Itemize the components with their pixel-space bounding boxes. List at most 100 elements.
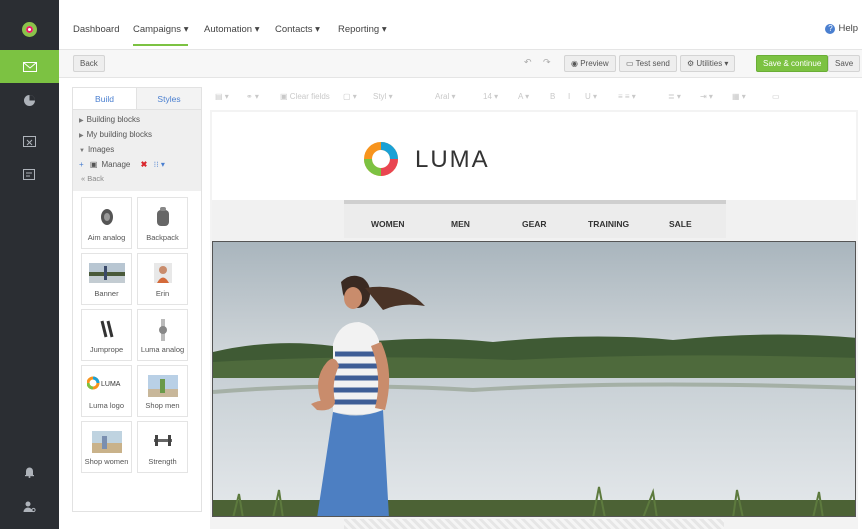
- tile-banner[interactable]: Banner: [81, 253, 132, 305]
- tab-styles[interactable]: Styles: [137, 88, 201, 109]
- campaign-toolbar: Back ↶ ↷ ◉ Preview ▭ Test send ⚙ Utiliti…: [59, 50, 862, 78]
- caret-right-icon: ▶: [79, 133, 84, 139]
- style-dropdown[interactable]: Styl ▾: [373, 92, 393, 101]
- tree-building-blocks[interactable]: ▶ Building blocks: [73, 112, 201, 127]
- font-size-label: 14: [483, 92, 492, 101]
- image-tiles: Aim analog Backpack Banner Erin Jumprope…: [73, 191, 201, 479]
- tile-aim-analog[interactable]: Aim analog: [81, 197, 132, 249]
- undo-icon[interactable]: ↶: [524, 57, 532, 68]
- save-continue-button[interactable]: Save & continue: [756, 55, 829, 72]
- menu-women[interactable]: WOMEN: [371, 219, 405, 229]
- align-icon[interactable]: ≡ ≡ ▾: [618, 92, 636, 101]
- calendar-x-icon[interactable]: [0, 124, 59, 157]
- list-icon[interactable]: ≣ ▾: [668, 92, 681, 101]
- user-settings-icon[interactable]: [0, 490, 59, 523]
- strength-thumb: [153, 435, 172, 446]
- utilities-dropdown[interactable]: ⚙ Utilities ▾: [680, 55, 736, 72]
- help-label: Help: [838, 23, 858, 34]
- preview-button[interactable]: ◉ Preview: [564, 55, 616, 72]
- hero-image[interactable]: [212, 241, 856, 517]
- tile-luma-logo[interactable]: LUMA Luma logo: [81, 365, 132, 417]
- tree-images[interactable]: ▼ Images: [73, 142, 201, 157]
- tile-label: Shop women: [84, 457, 129, 466]
- email-header[interactable]: LUMA: [212, 112, 856, 200]
- email-canvas: LUMA WOMEN MEN GEAR TRAINING SALE: [210, 110, 858, 529]
- tree-label: Images: [87, 145, 115, 154]
- manage-link[interactable]: Manage: [101, 160, 130, 169]
- italic-icon[interactable]: I: [568, 92, 570, 101]
- help-link[interactable]: ? Help: [825, 23, 858, 34]
- caret-down-icon: ▼: [79, 148, 85, 154]
- redo-icon[interactable]: ↷: [543, 57, 551, 68]
- tile-shop-men[interactable]: Shop men: [137, 365, 188, 417]
- block-icon[interactable]: ▢ ▾: [343, 92, 357, 101]
- indent-icon[interactable]: ⇥ ▾: [700, 92, 713, 101]
- editor-format-toolbar: ▤ ▾ ⚭ ▾ ▣ Clear fields ▢ ▾ Styl ▾ Aral ▾…: [210, 88, 858, 108]
- tile-shop-women[interactable]: Shop women: [81, 421, 132, 473]
- delete-icon[interactable]: ✖: [141, 160, 148, 169]
- source-icon[interactable]: ▭: [772, 92, 780, 101]
- tile-label: Backpack: [146, 233, 179, 242]
- tile-label: Strength: [148, 457, 177, 466]
- nav-campaigns[interactable]: Campaigns ▾: [133, 24, 189, 46]
- luma-wordmark: LUMA: [415, 146, 490, 173]
- menu-training[interactable]: TRAINING: [588, 219, 629, 229]
- block-tree: ▶ Building blocks ▶ My building blocks ▼ Im…: [73, 110, 201, 191]
- bold-icon[interactable]: B: [550, 92, 555, 101]
- font-size-dropdown[interactable]: 14 ▾: [483, 92, 498, 101]
- tree-label: My building blocks: [86, 130, 152, 139]
- envelope-icon[interactable]: [0, 50, 59, 83]
- app-sidebar: [0, 0, 59, 529]
- section-handle[interactable]: [344, 519, 724, 529]
- analog-watch-thumb: [158, 319, 167, 341]
- tile-jumprope[interactable]: Jumprope: [81, 309, 132, 361]
- font-label: Aral: [435, 92, 450, 101]
- underline-icon[interactable]: U ▾: [585, 92, 597, 101]
- table-icon[interactable]: ▦ ▾: [732, 92, 746, 101]
- gear-icon: ⚙: [687, 59, 697, 68]
- tile-label: Luma logo: [88, 401, 125, 410]
- nav-dashboard[interactable]: Dashboard: [73, 24, 119, 35]
- tab-build[interactable]: Build: [73, 88, 137, 109]
- luma-logo-thumb: LUMA: [86, 376, 121, 390]
- nav-contacts[interactable]: Contacts ▾: [275, 24, 320, 35]
- pie-chart-icon[interactable]: [0, 84, 59, 117]
- monitor-icon: ▭: [626, 59, 636, 68]
- tile-backpack[interactable]: Backpack: [137, 197, 188, 249]
- email-menu: WOMEN MEN GEAR TRAINING SALE: [344, 200, 726, 238]
- preview-label: Preview: [580, 59, 609, 68]
- link-icon[interactable]: ⚭ ▾: [246, 92, 259, 101]
- report-icon[interactable]: [0, 158, 59, 191]
- menu-men[interactable]: MEN: [451, 219, 470, 229]
- jumprope-thumb: [100, 320, 113, 338]
- shop-men-thumb: [147, 375, 178, 397]
- watch-thumb: [100, 209, 113, 225]
- tile-label: Jumprope: [89, 345, 124, 354]
- image-icon: ▣: [89, 160, 98, 169]
- test-send-button[interactable]: ▭ Test send: [619, 55, 677, 72]
- menu-sale[interactable]: SALE: [669, 219, 692, 229]
- tile-erin[interactable]: Erin: [137, 253, 188, 305]
- save-button[interactable]: Save: [828, 55, 861, 72]
- text-color-icon[interactable]: A ▾: [518, 92, 529, 101]
- add-icon[interactable]: +: [79, 160, 84, 169]
- shop-women-thumb: [91, 431, 122, 453]
- tree-my-building-blocks[interactable]: ▶ My building blocks: [73, 127, 201, 142]
- grid-view-icon[interactable]: ⁝⁝ ▾: [154, 160, 165, 169]
- tile-strength[interactable]: Strength: [137, 421, 188, 473]
- svg-text:LUMA: LUMA: [101, 381, 121, 388]
- menu-gear[interactable]: GEAR: [522, 219, 547, 229]
- back-button[interactable]: Back: [73, 55, 105, 72]
- tile-luma-analog[interactable]: Luma analog: [137, 309, 188, 361]
- font-dropdown[interactable]: Aral ▾: [435, 92, 455, 101]
- clear-fields-button[interactable]: ▣ Clear fields: [280, 92, 330, 101]
- nav-reporting[interactable]: Reporting ▾: [338, 24, 387, 35]
- email-menu-bar: WOMEN MEN GEAR TRAINING SALE: [212, 200, 856, 240]
- nav-automation[interactable]: Automation ▾: [204, 24, 259, 35]
- caret-right-icon: ▶: [79, 118, 84, 124]
- bell-icon[interactable]: [0, 455, 59, 488]
- luma-logo-icon[interactable]: [22, 22, 37, 37]
- panel-tabs: Build Styles: [73, 88, 201, 110]
- panel-back-link[interactable]: « Back: [73, 172, 201, 187]
- paragraph-icon[interactable]: ▤ ▾: [215, 92, 229, 101]
